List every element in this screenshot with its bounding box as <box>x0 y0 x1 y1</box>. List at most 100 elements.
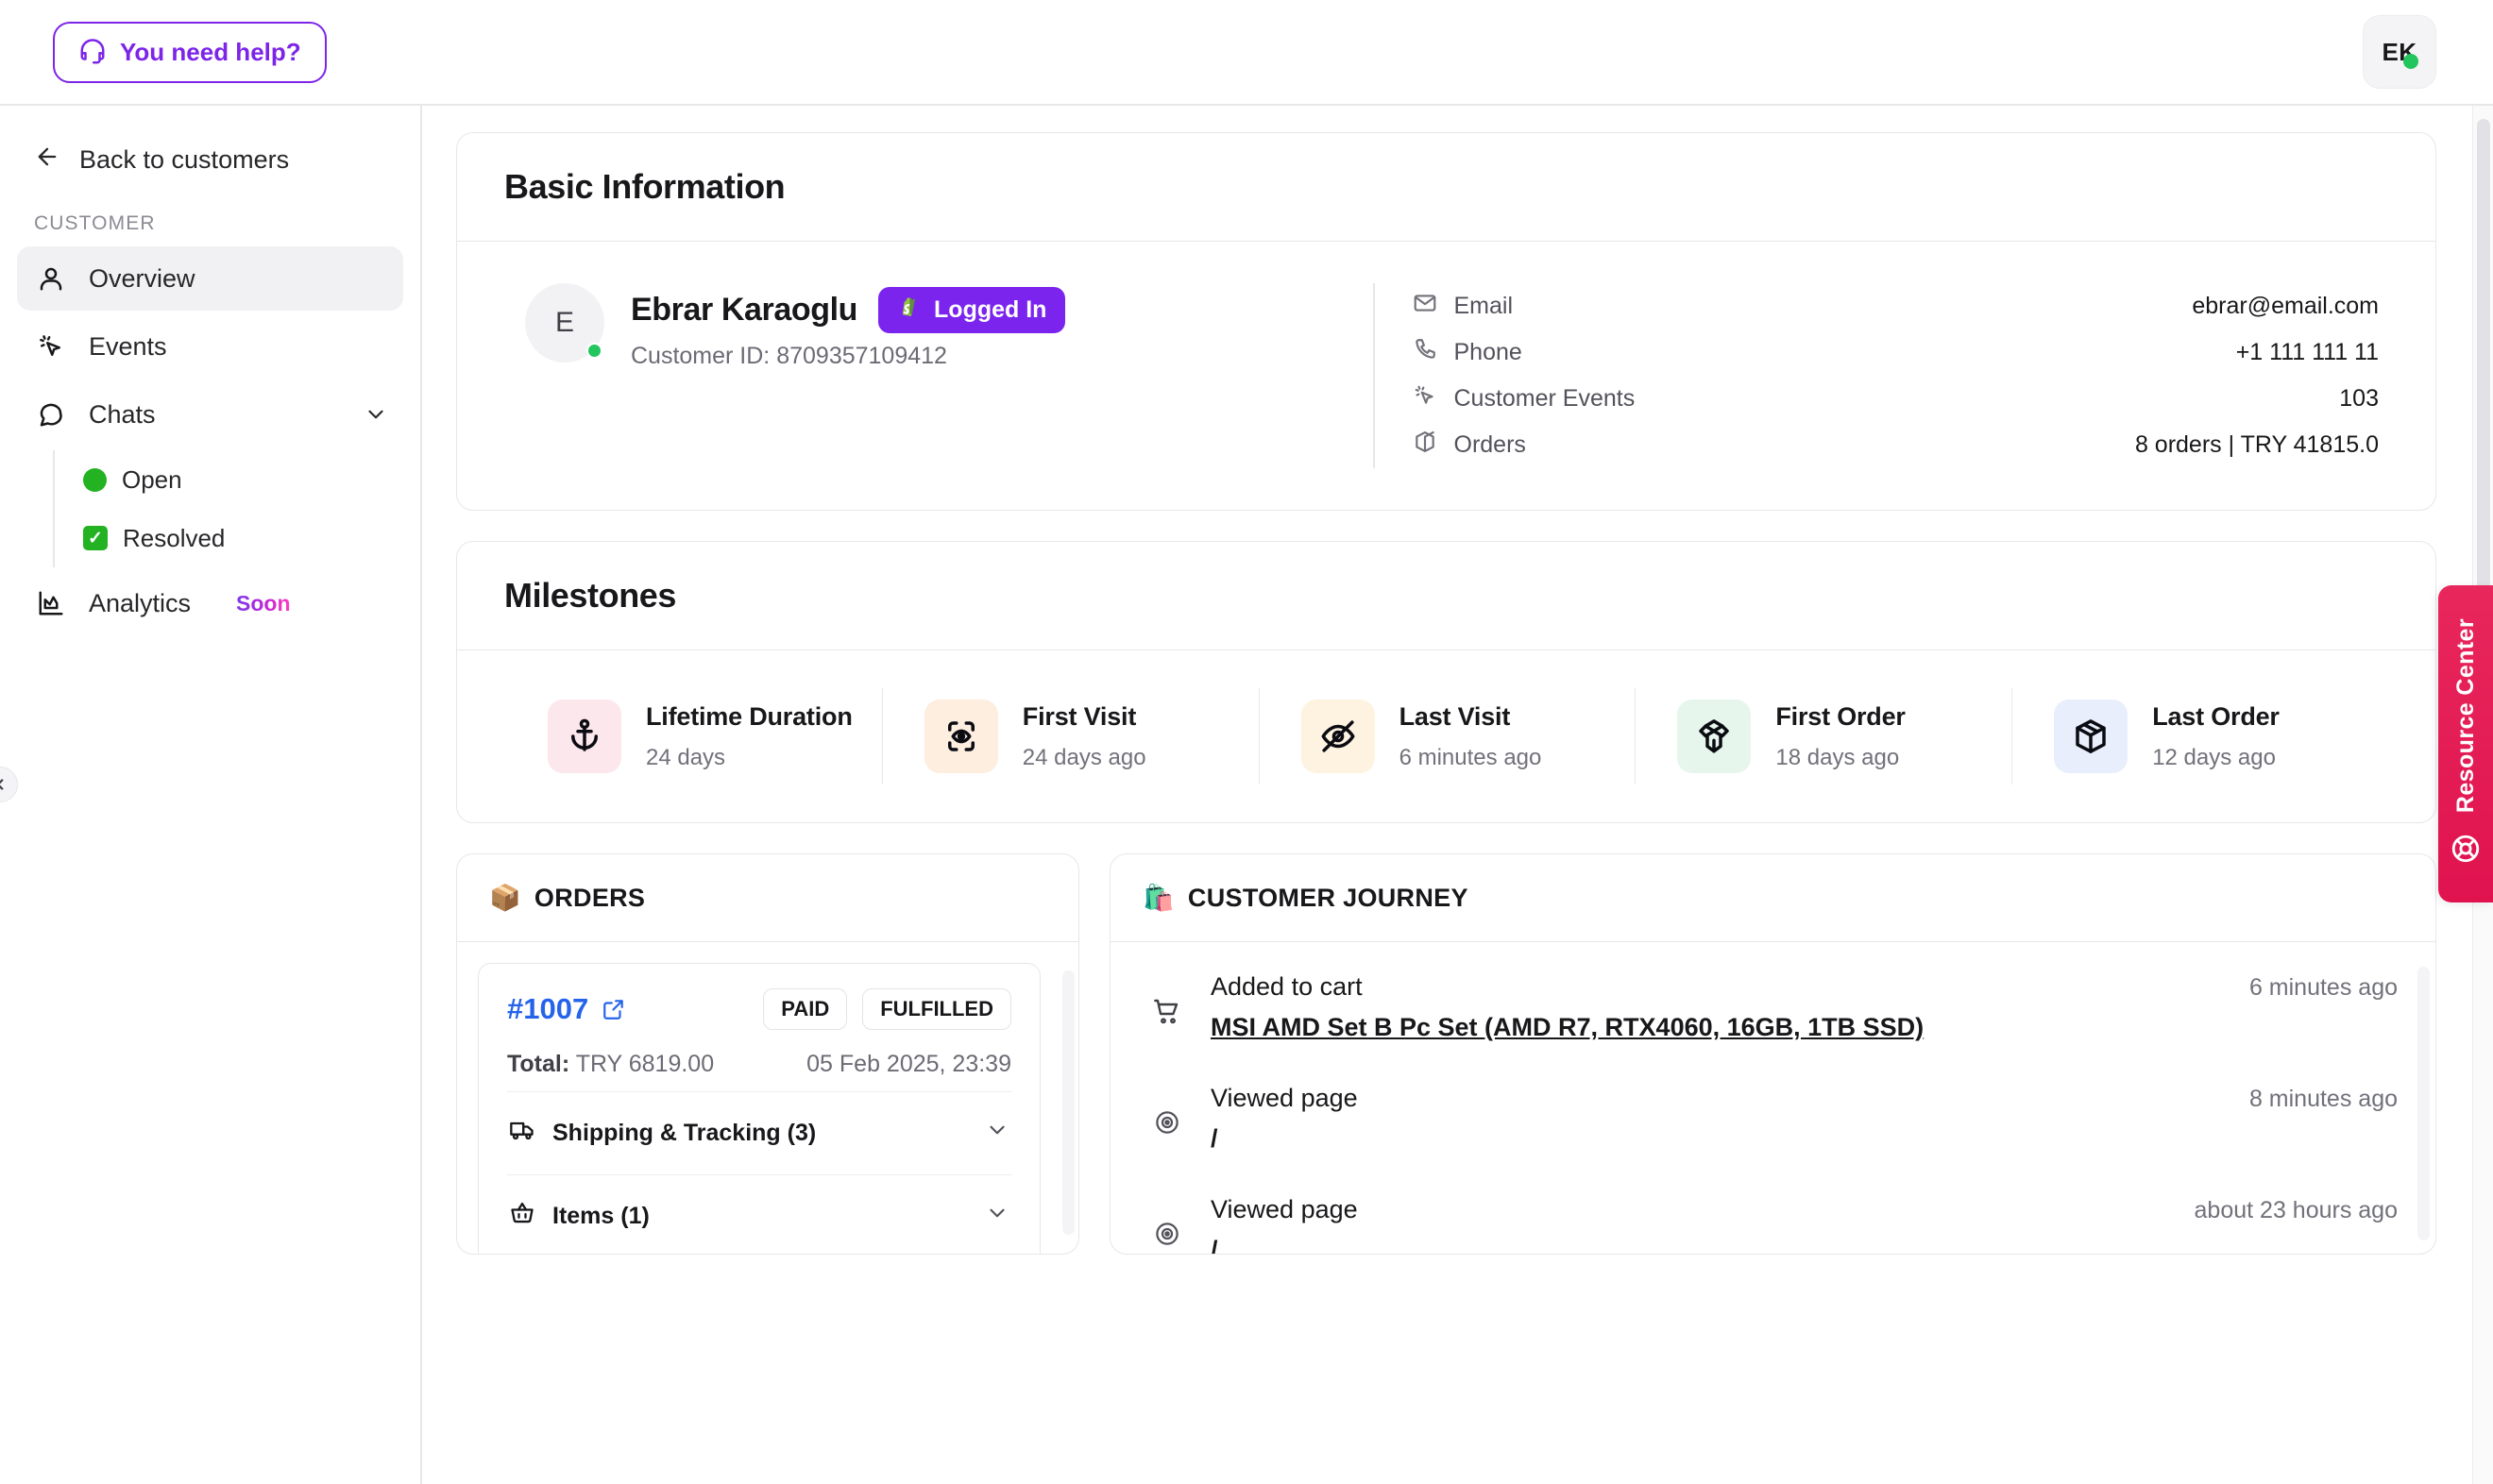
sidebar-item-analytics[interactable]: Analytics Soon <box>17 571 403 635</box>
milestone-title: Lifetime Duration <box>646 702 853 732</box>
customer-details-list: Email ebrar@email.com Phone +1 111 111 1… <box>1413 283 2389 468</box>
milestones-body: Lifetime Duration 24 days First Visit 24… <box>457 650 2435 822</box>
eye-scan-icon <box>924 700 998 773</box>
milestone-value: 6 minutes ago <box>1399 744 1542 770</box>
account-avatar-button[interactable]: EK <box>2363 15 2436 89</box>
milestone-last-order: Last Order 12 days ago <box>2011 688 2388 784</box>
customer-journey-list: Added to cart MSI AMD Set B Pc Set (AMD … <box>1111 942 2435 1254</box>
shopping-bags-emoji-icon: 🛍️ <box>1143 884 1175 912</box>
basic-information-body: E Ebrar Karaoglu Logged In Customer ID: … <box>457 242 2435 510</box>
package-emoji-icon: 📦 <box>489 884 521 912</box>
page-title: Basic Information <box>504 167 786 206</box>
basic-information-card: Basic Information E Ebrar Karaoglu Logge… <box>456 132 2436 511</box>
presence-dot-icon <box>2403 54 2418 69</box>
basic-information-header: Basic Information <box>457 133 2435 242</box>
milestone-last-visit: Last Visit 6 minutes ago <box>1258 688 1636 784</box>
journey-event-product-link[interactable]: MSI AMD Set B Pc Set (AMD R7, RTX4060, 1… <box>1211 1013 2225 1042</box>
presence-dot-icon <box>586 343 602 359</box>
orders-heading-label: ORDERS <box>534 883 646 912</box>
user-icon <box>34 264 68 293</box>
detail-value-orders: 8 orders | TRY 41815.0 <box>2134 431 2379 458</box>
customer-journey-scrollbar[interactable] <box>2417 967 2430 1240</box>
journey-event-title: Added to cart <box>1211 972 1363 1001</box>
order-accordion-items[interactable]: Items (1) <box>507 1174 1011 1254</box>
resource-center-tab[interactable]: Resource Center <box>2438 585 2493 902</box>
orders-header: 📦 ORDERS <box>457 854 1078 942</box>
detail-label-orders: Orders <box>1453 431 1526 458</box>
external-link-icon[interactable] <box>602 997 626 1021</box>
milestone-value: 24 days ago <box>1022 744 1146 770</box>
analytics-chart-icon <box>34 589 68 617</box>
journey-event-viewed-page-1: Viewed page / 8 minutes ago <box>1148 1063 2398 1174</box>
chevron-down-icon[interactable] <box>985 1201 1009 1232</box>
sidebar-chats-children: Open ✓ Resolved <box>53 450 420 567</box>
detail-row-email: Email ebrar@email.com <box>1413 283 2379 329</box>
detail-label-phone: Phone <box>1453 339 1522 365</box>
box-icon <box>1413 430 1437 461</box>
eye-target-icon <box>1148 1195 1186 1248</box>
shopify-bag-icon <box>897 295 922 326</box>
detail-value-phone: +1 111 111 11 <box>2235 339 2379 365</box>
sidebar-item-events[interactable]: Events <box>17 314 403 379</box>
anchor-icon <box>548 700 621 773</box>
detail-label-email: Email <box>1453 293 1514 319</box>
arrow-left-icon <box>34 143 60 177</box>
customer-id: Customer ID: 8709357109412 <box>631 343 947 369</box>
orders-scrollbar[interactable] <box>1062 970 1075 1235</box>
phone-icon <box>1413 337 1437 368</box>
sidebar-collapse-handle[interactable] <box>0 767 18 802</box>
journey-event-time: about 23 hours ago <box>2194 1197 2398 1223</box>
milestone-title: First Visit <box>1022 702 1137 732</box>
green-circle-icon <box>83 467 107 492</box>
customer-journey-heading-label: CUSTOMER JOURNEY <box>1187 883 1468 912</box>
sidebar-section-label: CUSTOMER <box>34 212 156 234</box>
detail-label-customer-events: Customer Events <box>1453 385 1636 412</box>
milestones-header: Milestones <box>457 542 2435 650</box>
eye-target-icon <box>1148 1084 1186 1137</box>
milestone-title: Last Visit <box>1399 702 1511 732</box>
sidebar-item-resolved[interactable]: ✓ Resolved <box>83 509 420 567</box>
order-accordion-shipping-label: Shipping & Tracking (3) <box>552 1120 817 1146</box>
chat-bubble-icon <box>34 400 68 429</box>
journey-event-title: Viewed page <box>1211 1084 1358 1112</box>
order-row[interactable]: #1007 PAID FULFILLED Total: TRY 6819.00 … <box>478 963 1041 1254</box>
need-help-button[interactable]: You need help? <box>53 21 327 83</box>
avatar: E <box>525 283 604 363</box>
mail-icon <box>1413 291 1437 322</box>
order-accordion-shipping[interactable]: Shipping & Tracking (3) <box>507 1091 1011 1174</box>
main-content: Basic Information E Ebrar Karaoglu Logge… <box>422 106 2493 1484</box>
headset-icon <box>78 38 107 66</box>
order-number[interactable]: #1007 <box>507 992 588 1026</box>
cart-icon <box>1148 972 1186 1027</box>
order-date: 05 Feb 2025, 23:39 <box>806 1051 1011 1077</box>
status-badge: Logged In <box>878 287 1066 333</box>
sidebar-item-open[interactable]: Open <box>83 450 420 509</box>
order-fulfillment-status-badge: FULFILLED <box>862 988 1011 1030</box>
detail-value-email: ebrar@email.com <box>2192 293 2379 319</box>
package-icon <box>2054 700 2128 773</box>
sidebar-item-events-label: Events <box>89 331 167 361</box>
orders-card: 📦 ORDERS #1007 PAID FULFILLED Total: TRY… <box>456 853 1079 1255</box>
journey-event-time: 8 minutes ago <box>2248 1086 2398 1112</box>
order-total-value: TRY 6819.00 <box>575 1051 715 1077</box>
eye-off-icon <box>1300 700 1375 773</box>
sidebar-item-overview[interactable]: Overview <box>17 246 403 311</box>
milestones-title: Milestones <box>504 576 677 615</box>
sidebar-item-chats[interactable]: Chats <box>17 382 403 447</box>
basket-icon <box>509 1200 535 1233</box>
chevron-down-icon[interactable] <box>364 402 388 427</box>
customer-identity: E Ebrar Karaoglu Logged In Customer ID: … <box>504 283 1335 468</box>
package-open-icon <box>1677 700 1752 773</box>
milestone-value: 18 days ago <box>1775 744 1900 770</box>
divider <box>1373 283 1375 468</box>
journey-event-path: / <box>1211 1236 1218 1254</box>
sidebar-item-open-label: Open <box>122 464 182 494</box>
customer-name: Ebrar Karaoglu <box>631 292 858 328</box>
lifebuoy-icon <box>2450 833 2482 869</box>
detail-value-customer-events: 103 <box>2339 385 2379 412</box>
back-to-customers-link[interactable]: Back to customers <box>0 130 420 190</box>
orders-list: #1007 PAID FULFILLED Total: TRY 6819.00 … <box>457 942 1078 1254</box>
need-help-label: You need help? <box>120 37 301 66</box>
chevron-down-icon[interactable] <box>985 1118 1009 1149</box>
status-badge-label: Logged In <box>934 296 1047 323</box>
